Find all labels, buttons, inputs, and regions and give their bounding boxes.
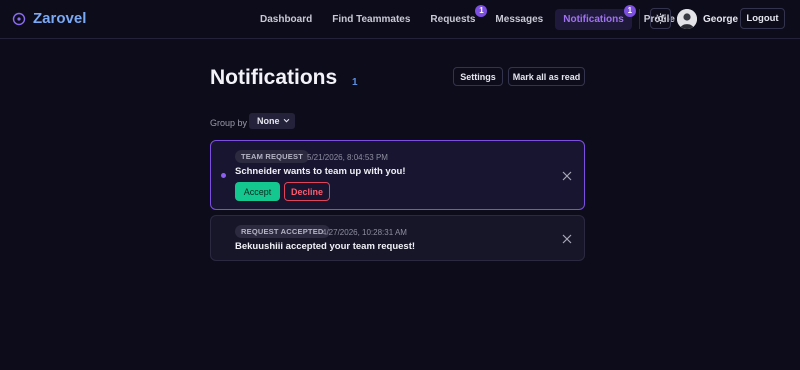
nav-item-dashboard[interactable]: Dashboard xyxy=(252,9,320,30)
page-title: Notifications xyxy=(210,66,338,89)
notification-card[interactable]: TEAM REQUEST 5/21/2026, 8:04:53 PM Schne… xyxy=(210,140,585,210)
nav-divider xyxy=(639,9,640,29)
nav-item-label: Dashboard xyxy=(260,13,313,25)
notification-message: Schneider wants to team up with you! xyxy=(235,166,406,177)
brand-logo[interactable]: Zarovel xyxy=(12,10,86,27)
nav-item-notifications[interactable]: Notifications 1 xyxy=(555,4,636,30)
username[interactable]: George xyxy=(703,14,738,25)
notifications-count-badge: 1 xyxy=(623,4,636,17)
notification-type-badge: TEAM REQUEST xyxy=(235,150,309,163)
close-icon[interactable] xyxy=(562,171,572,181)
nav-item-find-teammates[interactable]: Find Teammates xyxy=(324,9,418,30)
nav-item-label: Messages xyxy=(495,13,544,25)
mark-all-read-button[interactable]: Mark all as read xyxy=(508,67,585,86)
nav-item-label: Requests xyxy=(430,13,476,25)
nav-item-label: Find Teammates xyxy=(332,13,411,25)
group-by-value: None xyxy=(257,116,280,126)
brand-name: Zarovel xyxy=(33,10,87,27)
notification-type-badge: REQUEST ACCEPTED xyxy=(235,225,330,238)
close-icon[interactable] xyxy=(562,234,572,244)
user-avatar-icon xyxy=(677,9,697,29)
notification-timestamp: 5/21/2026, 8:04:53 PM xyxy=(307,153,388,162)
group-by-select[interactable]: None xyxy=(249,113,295,129)
unread-count: 1 xyxy=(352,77,358,88)
top-navbar: Zarovel Dashboard Find Teammates Request… xyxy=(0,0,800,39)
sun-icon xyxy=(655,13,666,24)
target-icon xyxy=(12,12,26,25)
chevron-down-icon xyxy=(283,118,290,123)
settings-button[interactable]: Settings xyxy=(453,67,503,86)
unread-indicator xyxy=(221,173,226,178)
avatar[interactable] xyxy=(677,9,697,29)
group-by-label: Group by xyxy=(210,118,248,128)
nav-links: Dashboard Find Teammates Requests 1 Mess… xyxy=(252,4,687,31)
nav-item-label: Notifications xyxy=(563,13,624,25)
theme-toggle-button[interactable] xyxy=(650,8,671,29)
decline-button[interactable]: Decline xyxy=(284,182,330,201)
logout-button[interactable]: Logout xyxy=(740,8,785,29)
notification-card[interactable]: REQUEST ACCEPTED 4/27/2026, 10:28:31 AM … xyxy=(210,215,585,261)
accept-button[interactable]: Accept xyxy=(235,182,280,201)
nav-item-messages[interactable]: Messages xyxy=(487,9,551,30)
notification-timestamp: 4/27/2026, 10:28:31 AM xyxy=(322,228,407,237)
notification-message: Bekuushiii accepted your team request! xyxy=(235,241,416,252)
requests-count-badge: 1 xyxy=(475,4,488,17)
nav-item-requests[interactable]: Requests 1 xyxy=(422,4,488,30)
